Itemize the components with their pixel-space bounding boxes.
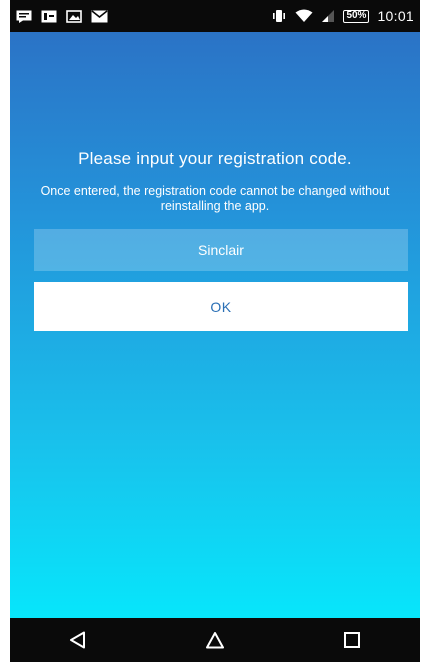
registration-code-input[interactable]	[34, 229, 408, 271]
image-icon	[41, 10, 57, 23]
registration-warning-note: Once entered, the registration code cann…	[40, 184, 390, 213]
vibrate-icon	[271, 9, 287, 23]
mail-icon	[91, 9, 108, 23]
ok-button[interactable]: OK	[34, 282, 408, 331]
back-icon	[70, 631, 86, 649]
back-button[interactable]	[48, 618, 108, 662]
notification-icons	[16, 9, 108, 23]
home-button[interactable]	[185, 618, 245, 662]
signal-icon	[321, 9, 335, 23]
registration-screen: Please input your registration code. Onc…	[10, 32, 420, 618]
wifi-icon	[295, 9, 313, 23]
recents-icon	[343, 632, 360, 648]
status-bar: 50% 10:01	[10, 0, 420, 32]
system-status: 50% 10:01	[271, 8, 414, 24]
battery-indicator: 50%	[343, 9, 370, 23]
recents-button[interactable]	[322, 618, 382, 662]
phone-screen: 50% 10:01 Please input your registration…	[0, 0, 428, 662]
home-icon	[205, 632, 224, 649]
registration-prompt-title: Please input your registration code.	[78, 149, 352, 168]
message-icon	[16, 10, 32, 23]
gallery-icon	[66, 9, 82, 23]
navigation-bar	[10, 618, 420, 662]
status-clock: 10:01	[377, 8, 414, 24]
